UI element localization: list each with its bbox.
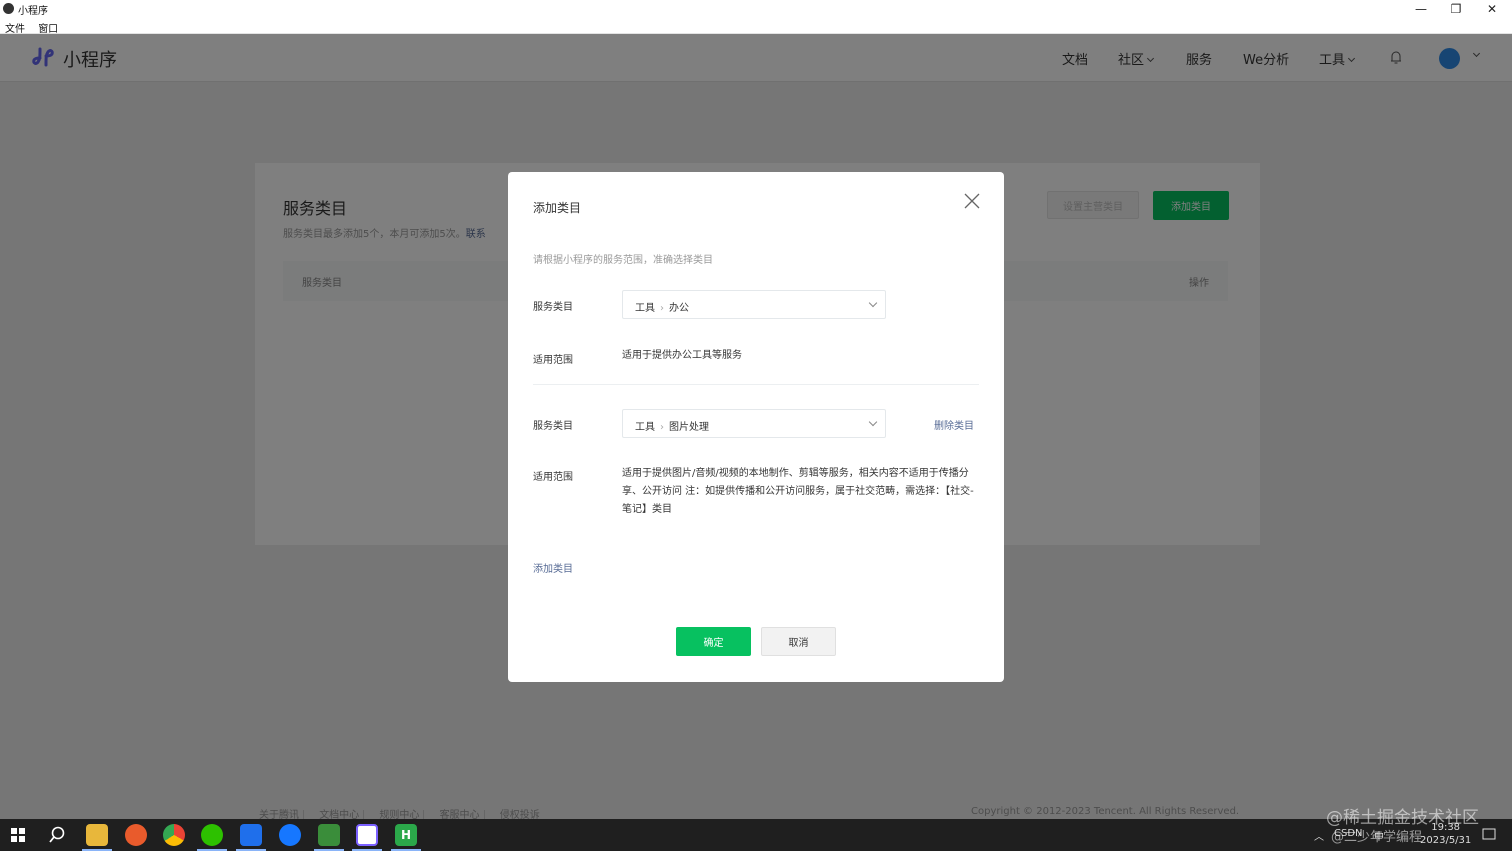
weibo-icon[interactable]	[125, 824, 147, 846]
select-value: 工具 › 办公	[635, 299, 689, 314]
minimize-icon[interactable]: —	[1403, 0, 1439, 18]
miniprogram-app-icon[interactable]	[356, 824, 378, 846]
add-category-dialog: 添加类目 请根据小程序的服务范围，准确选择类目 服务类目 工具 › 办公 适用范围 …	[508, 172, 1004, 682]
window-titlebar: 小程序 文件 窗口 — ❐ ✕	[0, 0, 1512, 35]
delete-category-link[interactable]: 删除类目	[934, 417, 974, 432]
restore-icon[interactable]: ❐	[1438, 0, 1474, 18]
add-category-link[interactable]: 添加类目	[533, 560, 573, 575]
window-title: 小程序	[18, 6, 48, 17]
category-level1: 工具	[635, 422, 655, 433]
windows-start-icon[interactable]	[11, 828, 25, 842]
divider	[533, 384, 979, 385]
notification-icon[interactable]	[1482, 828, 1496, 842]
chevron-up-icon[interactable]: ︿	[1314, 828, 1324, 843]
taskbar: H ︿ CSDN 中 19:38 2023/5/31	[0, 819, 1512, 851]
chevron-down-icon	[868, 298, 878, 308]
close-icon[interactable]	[962, 191, 982, 211]
scope-label: 适用范围	[533, 355, 573, 366]
webstorm-icon[interactable]	[240, 824, 262, 846]
dialog-title: 添加类目	[533, 201, 582, 215]
search-icon[interactable]	[48, 826, 66, 844]
wechat-icon[interactable]	[201, 824, 223, 846]
chevron-down-icon	[868, 417, 878, 427]
app-icon	[3, 3, 14, 14]
scope-text-2: 适用于提供图片/音频/视频的本地制作、剪辑等服务，相关内容不适用于传播分享、公开…	[622, 468, 974, 515]
confirm-button[interactable]: 确定	[676, 627, 751, 656]
watermark: @稀土掘金技术社区	[1326, 808, 1479, 828]
chevron-right-icon: ›	[660, 422, 664, 433]
cancel-button[interactable]: 取消	[761, 627, 836, 656]
scope-text-1: 适用于提供办公工具等服务	[622, 350, 742, 361]
chrome-icon[interactable]	[163, 824, 185, 846]
file-explorer-icon[interactable]	[86, 824, 108, 846]
category-level2: 办公	[669, 303, 689, 314]
dialog-hint: 请根据小程序的服务范围，准确选择类目	[533, 255, 713, 266]
clock-date: 2023/5/31	[1420, 835, 1472, 846]
devtools-icon[interactable]	[318, 824, 340, 846]
category-label: 服务类目	[533, 302, 573, 313]
select-value: 工具 › 图片处理	[635, 418, 709, 433]
window-menu: 文件 窗口	[5, 20, 68, 35]
scope-label: 适用范围	[533, 472, 573, 483]
hbuilder-icon[interactable]: H	[395, 824, 417, 846]
category-label: 服务类目	[533, 421, 573, 432]
category-level2: 图片处理	[669, 422, 709, 433]
watermark-secondary: @二少年学编程	[1331, 830, 1423, 845]
category-level1: 工具	[635, 303, 655, 314]
chevron-right-icon: ›	[660, 303, 664, 314]
category-select-1[interactable]: 工具 › 办公	[622, 290, 886, 319]
map-pin-icon[interactable]	[279, 824, 301, 846]
close-window-icon[interactable]: ✕	[1474, 0, 1510, 18]
category-select-2[interactable]: 工具 › 图片处理	[622, 409, 886, 438]
